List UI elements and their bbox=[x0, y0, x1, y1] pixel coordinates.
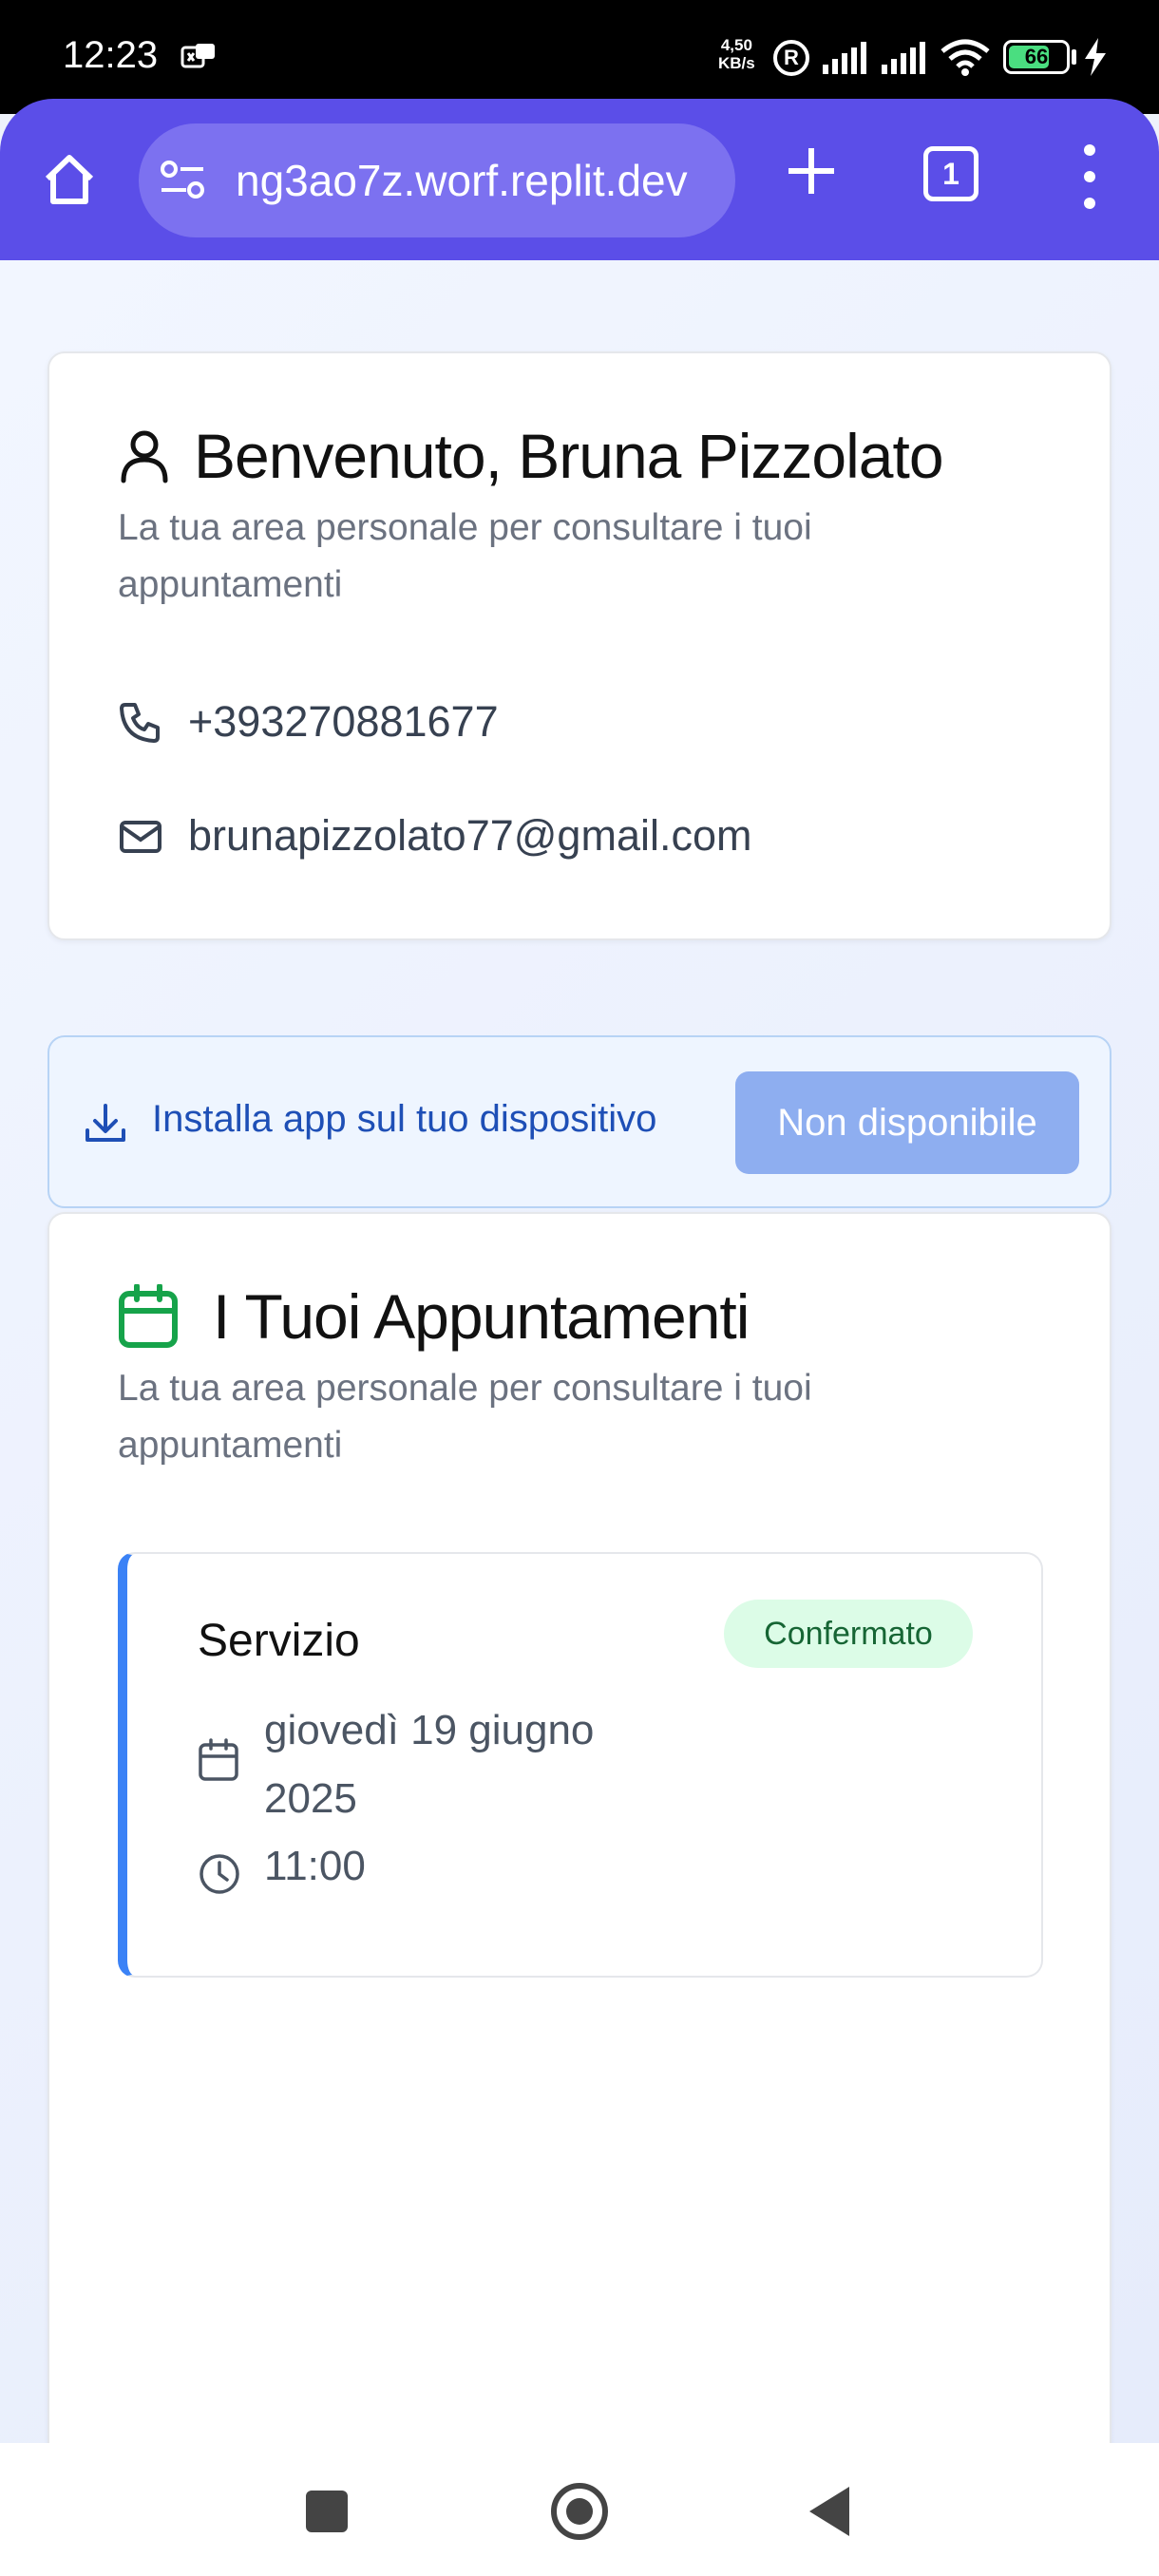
url-text[interactable]: ng3ao7z.worf.replit.dev bbox=[236, 123, 720, 237]
download-icon bbox=[86, 1104, 125, 1142]
site-settings-icon[interactable] bbox=[158, 156, 207, 205]
install-label: Installa app sul tuo dispositivo bbox=[152, 1098, 657, 1140]
tab-switcher-button[interactable]: 1 bbox=[923, 146, 978, 201]
install-banner: Installa app sul tuo dispositivo Non dis… bbox=[48, 1035, 1112, 1208]
notification-icon bbox=[180, 44, 215, 68]
appointments-heading: I Tuoi Appuntamenti bbox=[118, 1280, 750, 1353]
phone-icon bbox=[120, 703, 160, 743]
home-icon bbox=[45, 155, 94, 204]
signal-icon-2 bbox=[882, 42, 925, 74]
battery-icon: 66 bbox=[1003, 40, 1070, 74]
signal-icon bbox=[823, 42, 866, 74]
profile-card: Benvenuto, Bruna Pizzolato La tua area p… bbox=[48, 351, 1112, 940]
profile-heading: Benvenuto, Bruna Pizzolato bbox=[118, 420, 944, 492]
battery-tip bbox=[1072, 49, 1076, 65]
appointment-service: Servizio bbox=[198, 1616, 360, 1666]
appointments-title: I Tuoi Appuntamenti bbox=[213, 1281, 750, 1352]
profile-subtitle: La tua area personale per consultare i t… bbox=[118, 507, 812, 605]
charging-icon bbox=[1085, 38, 1106, 76]
email-row: brunapizzolato77@gmail.com bbox=[118, 811, 751, 861]
appointment-time: 11:00 bbox=[264, 1843, 366, 1889]
mail-icon bbox=[120, 821, 162, 853]
network-speed-unit: KB/s bbox=[718, 54, 755, 72]
recents-button[interactable] bbox=[306, 2491, 348, 2532]
address-bar[interactable]: ng3ao7z.worf.replit.dev bbox=[139, 123, 735, 237]
registered-icon: R bbox=[773, 40, 809, 76]
install-button[interactable]: Non disponibile bbox=[735, 1071, 1079, 1174]
wifi-icon bbox=[940, 39, 990, 76]
calendar-icon bbox=[119, 1284, 178, 1348]
new-tab-button[interactable] bbox=[779, 139, 844, 203]
phone-number: +393270881677 bbox=[188, 697, 499, 746]
home-nav-button[interactable] bbox=[551, 2483, 608, 2540]
network-speed-value: 4,50 bbox=[720, 36, 752, 54]
profile-title: Benvenuto, Bruna Pizzolato bbox=[194, 421, 944, 491]
back-button[interactable] bbox=[809, 2487, 849, 2536]
email-address: brunapizzolato77@gmail.com bbox=[188, 811, 752, 860]
status-bar: 12:23 4,50 KB/s R 66 bbox=[0, 0, 1159, 114]
home-button[interactable] bbox=[36, 146, 103, 213]
appointments-card: I Tuoi Appuntamenti La tua area personal… bbox=[48, 1212, 1112, 2542]
appointment-date: giovedì 19 giugno 2025 bbox=[264, 1707, 595, 1822]
user-icon bbox=[121, 430, 168, 483]
battery-level: 66 bbox=[1024, 45, 1049, 68]
appointment-item[interactable]: Servizio Confermato giovedì 19 giugno 20… bbox=[118, 1552, 1043, 1978]
status-badge: Confermato bbox=[724, 1600, 973, 1668]
calendar-small-icon bbox=[199, 1738, 238, 1781]
phone-row: +393270881677 bbox=[118, 697, 499, 747]
system-nav-bar bbox=[0, 2443, 1159, 2576]
plus-icon bbox=[788, 148, 834, 194]
browser-toolbar: ng3ao7z.worf.replit.dev 1 bbox=[0, 99, 1159, 260]
page-content: Benvenuto, Bruna Pizzolato La tua area p… bbox=[0, 260, 1159, 2542]
more-vert-icon[interactable] bbox=[1064, 139, 1115, 215]
clock-icon bbox=[200, 1854, 239, 1894]
network-speed: 4,50 KB/s bbox=[718, 36, 755, 72]
status-time: 12:23 bbox=[63, 34, 159, 76]
appointments-subtitle: La tua area personale per consultare i t… bbox=[118, 1368, 812, 1466]
